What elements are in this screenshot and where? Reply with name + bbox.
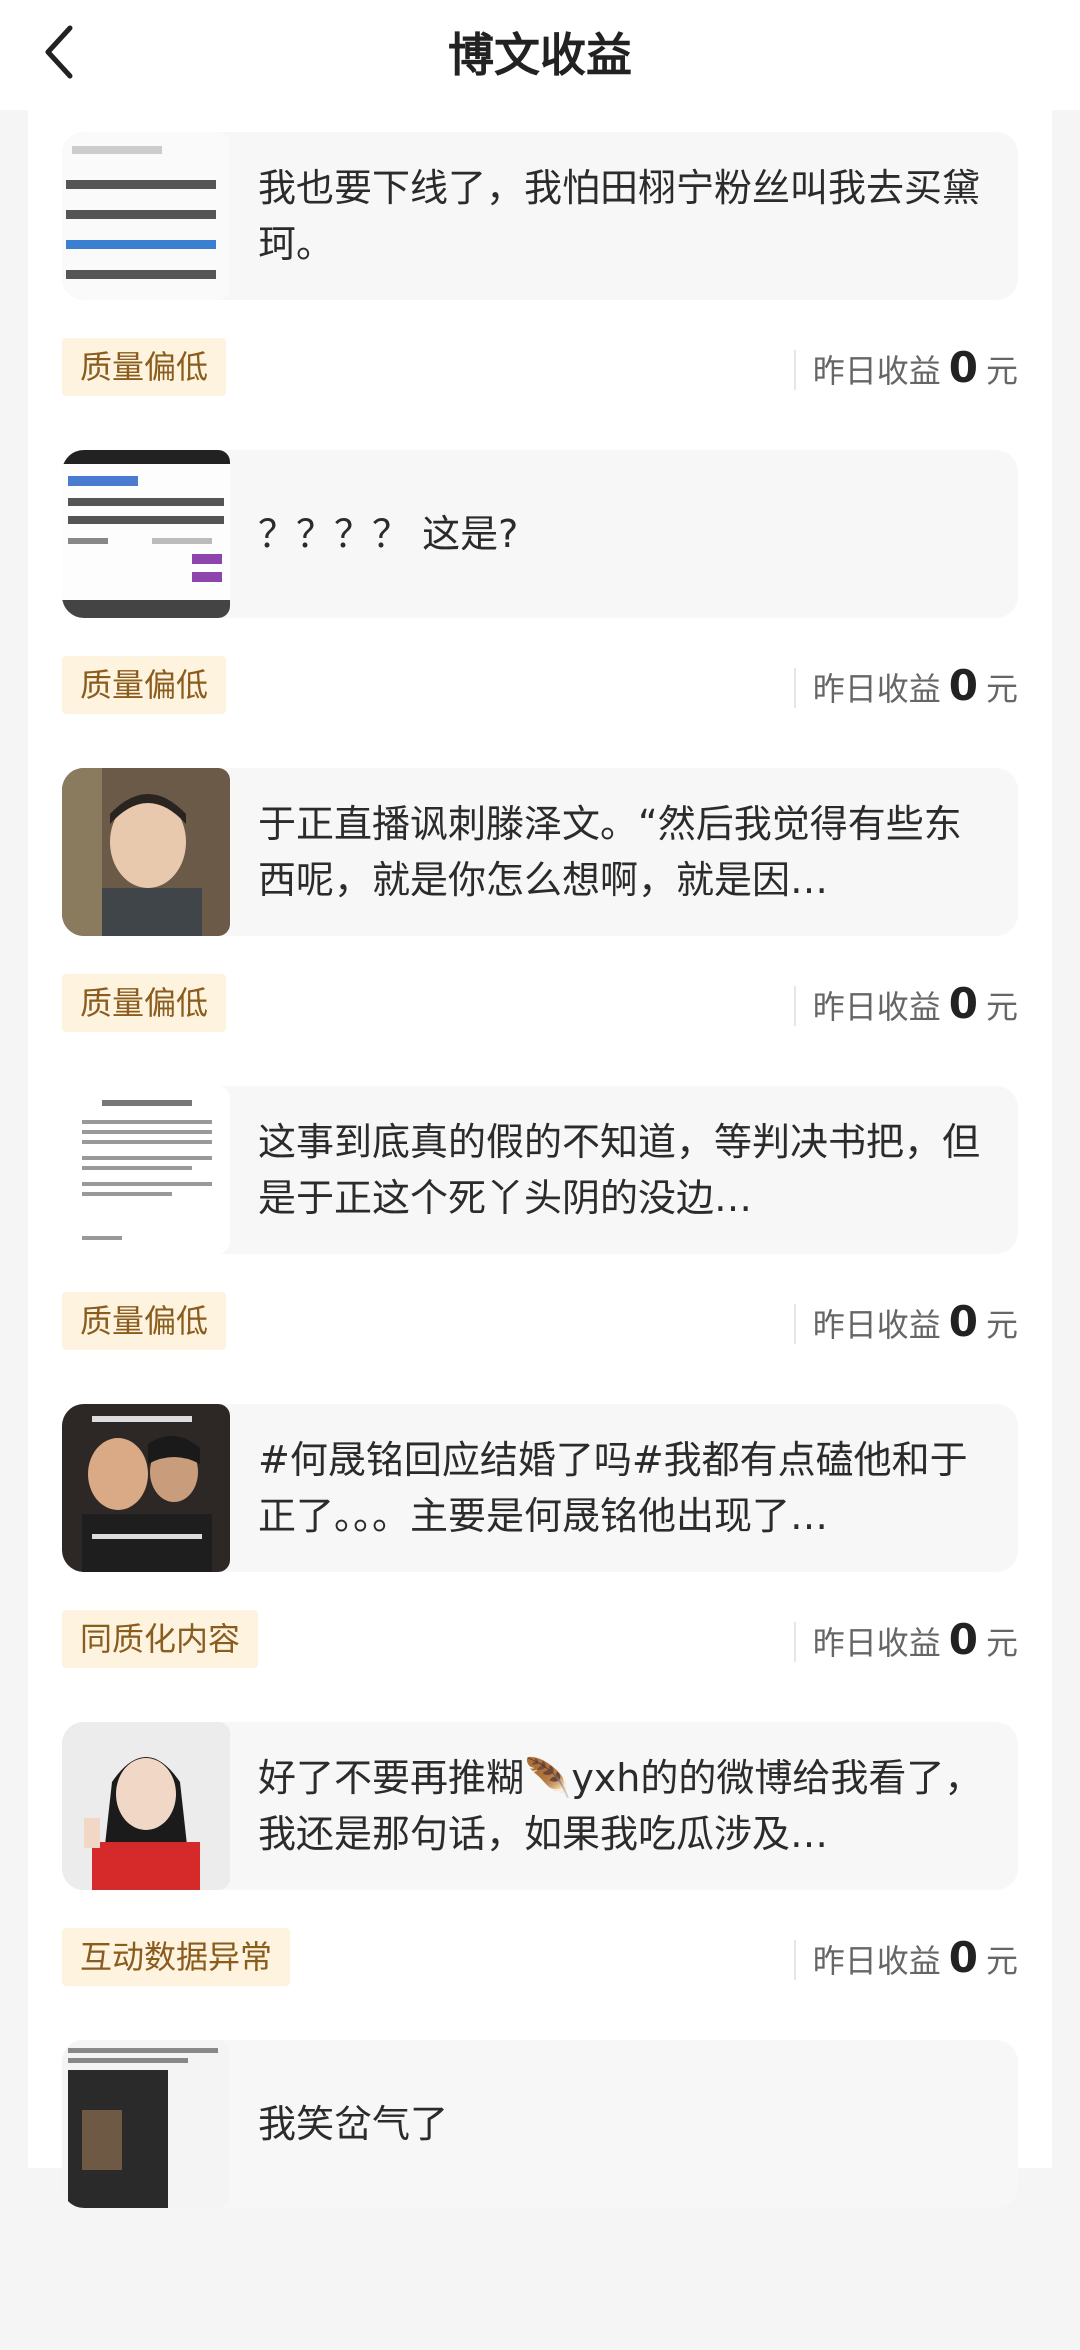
earnings-value: 0 — [948, 979, 978, 1028]
post-card[interactable]: ？？？？ 这是? — [62, 450, 1018, 618]
post-item[interactable]: 好了不要再推糊🪶yxh的的微博给我看了，我还是那句话，如果我吃瓜涉及… 互动数据… — [62, 1722, 1018, 2032]
post-card[interactable]: 这事到底真的假的不知道，等判决书把，但是于正这个死丫头阴的没边… — [62, 1086, 1018, 1254]
post-thumbnail — [62, 450, 230, 618]
earnings-unit: 元 — [985, 1624, 1018, 1662]
earnings-value: 0 — [948, 1615, 978, 1664]
divider — [794, 350, 796, 390]
divider — [794, 1622, 796, 1662]
yesterday-earnings: 昨日收益 0 元 — [813, 1922, 1018, 1994]
post-text: 这事到底真的假的不知道，等判决书把，但是于正这个死丫头阴的没边… — [258, 1120, 981, 1220]
post-text: 我也要下线了，我怕田栩宁粉丝叫我去买黛珂。 — [258, 166, 981, 266]
post-card[interactable]: 我笑岔气了 — [62, 2040, 1018, 2208]
status-badge: 质量偏低 — [62, 656, 227, 714]
post-text: #何晟铭回应结婚了吗#我都有点磕他和于正了。。。主要是何晟铭他出现了… — [258, 1438, 968, 1538]
yesterday-earnings: 昨日收益 0 元 — [813, 968, 1018, 1040]
earnings-unit: 元 — [985, 1942, 1018, 1980]
status-badge: 同质化内容 — [62, 1610, 259, 1668]
post-item[interactable]: 我笑岔气了 — [62, 2040, 1018, 2350]
post-item[interactable]: 于正直播讽刺滕泽文。“然后我觉得有些东西呢，就是你怎么想啊，就是因… 质量偏低 … — [62, 768, 1018, 1078]
post-text: ？？？？ 这是? — [258, 512, 519, 556]
earnings-value: 0 — [948, 1297, 978, 1346]
post-list: 我也要下线了，我怕田栩宁粉丝叫我去买黛珂。 质量偏低 昨日收益 0 元 ？？？？… — [28, 110, 1052, 2208]
yesterday-earnings: 昨日收益 0 元 — [813, 650, 1018, 722]
earnings-unit: 元 — [985, 1306, 1018, 1344]
post-card[interactable]: 我也要下线了，我怕田栩宁粉丝叫我去买黛珂。 — [62, 132, 1018, 300]
yesterday-earnings: 昨日收益 0 元 — [813, 1286, 1018, 1358]
post-item[interactable]: ？？？？ 这是? 质量偏低 昨日收益 0 元 — [62, 450, 1018, 760]
page-title: 博文收益 — [448, 28, 632, 82]
earnings-value: 0 — [948, 661, 978, 710]
top-bar: 博文收益 — [0, 0, 1080, 110]
post-card[interactable]: #何晟铭回应结婚了吗#我都有点磕他和于正了。。。主要是何晟铭他出现了… — [62, 1404, 1018, 1572]
earnings-unit: 元 — [985, 352, 1018, 390]
earnings-unit: 元 — [985, 988, 1018, 1026]
divider — [794, 1940, 796, 1980]
earnings-value: 0 — [948, 1933, 978, 1982]
status-badge: 质量偏低 — [62, 338, 227, 396]
yesterday-earnings: 昨日收益 0 元 — [813, 1604, 1018, 1676]
divider — [794, 668, 796, 708]
yesterday-earnings: 昨日收益 0 元 — [813, 332, 1018, 404]
post-thumbnail — [62, 1086, 230, 1254]
post-card[interactable]: 于正直播讽刺滕泽文。“然后我觉得有些东西呢，就是你怎么想啊，就是因… — [62, 768, 1018, 936]
divider — [794, 986, 796, 1026]
earnings-label: 昨日收益 — [812, 1942, 941, 1980]
earnings-label: 昨日收益 — [812, 1306, 941, 1344]
post-thumbnail — [62, 2040, 230, 2208]
earnings-label: 昨日收益 — [812, 988, 941, 1026]
status-badge: 质量偏低 — [62, 974, 227, 1032]
post-thumbnail — [62, 132, 230, 300]
post-thumbnail — [62, 1404, 230, 1572]
post-thumbnail — [62, 768, 230, 936]
post-item[interactable]: 我也要下线了，我怕田栩宁粉丝叫我去买黛珂。 质量偏低 昨日收益 0 元 — [62, 132, 1018, 442]
post-text: 我笑岔气了 — [258, 2102, 449, 2146]
earnings-label: 昨日收益 — [812, 670, 941, 708]
post-item[interactable]: 这事到底真的假的不知道，等判决书把，但是于正这个死丫头阴的没边… 质量偏低 昨日… — [62, 1086, 1018, 1396]
status-badge: 质量偏低 — [62, 1292, 227, 1350]
post-thumbnail — [62, 1722, 230, 1890]
post-text: 于正直播讽刺滕泽文。“然后我觉得有些东西呢，就是你怎么想啊，就是因… — [258, 802, 962, 902]
divider — [794, 1304, 796, 1344]
earnings-unit: 元 — [985, 670, 1018, 708]
post-item[interactable]: #何晟铭回应结婚了吗#我都有点磕他和于正了。。。主要是何晟铭他出现了… 同质化内… — [62, 1404, 1018, 1714]
earnings-label: 昨日收益 — [812, 352, 941, 390]
post-card[interactable]: 好了不要再推糊🪶yxh的的微博给我看了，我还是那句话，如果我吃瓜涉及… — [62, 1722, 1018, 1890]
post-text: 好了不要再推糊🪶yxh的的微博给我看了，我还是那句话，如果我吃瓜涉及… — [258, 1756, 983, 1856]
earnings-label: 昨日收益 — [812, 1624, 941, 1662]
earnings-value: 0 — [948, 343, 978, 392]
status-badge: 互动数据异常 — [62, 1928, 291, 1986]
